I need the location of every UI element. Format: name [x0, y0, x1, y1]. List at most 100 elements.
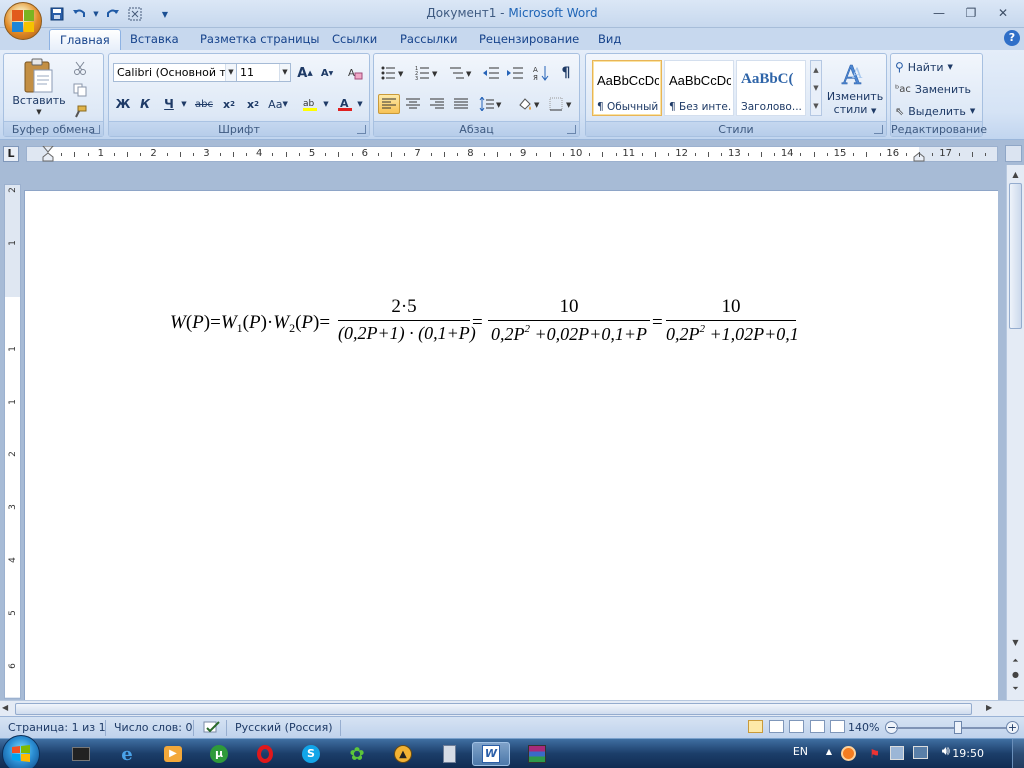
tab-references[interactable]: Ссылки — [322, 29, 387, 50]
tab-home[interactable]: Главная — [49, 29, 121, 50]
outline-icon[interactable] — [809, 720, 825, 733]
horizontal-scroll-thumb[interactable] — [15, 703, 972, 715]
font-name-combo[interactable]: Calibri (Основной те ▼ — [113, 63, 237, 82]
styles-gallery-scroll[interactable]: ▲ ▼ ▼ — [810, 60, 822, 116]
underline-button[interactable]: Ч — [159, 94, 179, 114]
shrink-font-button[interactable]: A ▼ — [317, 63, 337, 83]
tab-selector[interactable]: L — [3, 146, 19, 162]
view-ruler-icon[interactable] — [1005, 145, 1022, 162]
increase-indent-icon[interactable] — [504, 63, 526, 83]
proofing-icon[interactable] — [203, 721, 221, 738]
font-name-dropdown-icon[interactable]: ▼ — [225, 64, 236, 81]
style-no-spacing[interactable]: AaBbCcDc ¶ Без инте... — [664, 60, 734, 116]
utorrent-icon[interactable]: µ — [200, 742, 238, 766]
zoom-level[interactable]: 140% — [848, 721, 879, 734]
horizontal-scrollbar[interactable]: ◀ ▶ — [0, 700, 1024, 716]
styles-launcher-icon[interactable] — [874, 125, 883, 134]
cut-icon[interactable] — [70, 58, 90, 78]
superscript-button[interactable]: x2 — [243, 94, 263, 114]
align-center-icon[interactable] — [402, 94, 424, 114]
sort-icon[interactable]: AЯ — [530, 63, 552, 83]
left-indent-marker-icon[interactable] — [42, 146, 54, 162]
format-painter-icon[interactable] — [70, 102, 90, 122]
find-button[interactable]: ⚲ Найти ▼ — [895, 57, 981, 77]
clock[interactable]: 19:50 — [952, 747, 984, 760]
print-layout-icon[interactable] — [748, 720, 763, 733]
minimize-icon[interactable]: — — [924, 4, 954, 22]
font-size-combo[interactable]: 11 ▼ — [236, 63, 291, 82]
font-size-dropdown-icon[interactable]: ▼ — [279, 64, 290, 81]
styles-more-icon[interactable]: ▼ — [811, 97, 821, 115]
show-hidden-icons-icon[interactable]: ▲ — [826, 747, 832, 756]
clear-formatting-icon[interactable]: A — [344, 63, 366, 83]
volume-icon[interactable]: 🔊︎ — [942, 744, 950, 759]
zoom-slider-knob[interactable] — [953, 721, 962, 734]
zoom-in-icon[interactable]: + — [1006, 721, 1019, 734]
font-color-dropdown-icon[interactable]: ▼ — [355, 94, 365, 114]
strikethrough-button[interactable]: abc — [193, 94, 215, 114]
tray-flag-icon[interactable]: ⚑ — [869, 747, 880, 761]
paste-button[interactable]: Вставить ▼ — [12, 56, 66, 118]
bullets-icon[interactable]: ▼ — [378, 63, 408, 83]
grow-font-button[interactable]: A ▲ — [295, 63, 315, 83]
copy-icon[interactable] — [70, 80, 90, 100]
scroll-left-icon[interactable]: ◀ — [2, 703, 8, 712]
scroll-up-icon[interactable]: ▲ — [1008, 167, 1023, 182]
subscript-button[interactable]: x2 — [219, 94, 239, 114]
tab-review[interactable]: Рецензирование — [469, 29, 589, 50]
scroll-down-icon[interactable]: ▼ — [1008, 635, 1023, 650]
internet-explorer-icon[interactable]: e — [108, 742, 146, 766]
word-taskbar-icon[interactable]: W — [472, 742, 510, 766]
calculator-icon[interactable] — [430, 742, 468, 766]
vertical-ruler[interactable]: 2111234567 — [4, 184, 21, 721]
multilevel-list-icon[interactable]: ▼ — [446, 63, 476, 83]
justify-icon[interactable] — [450, 94, 472, 114]
word-count[interactable]: Число слов: 0 — [114, 721, 193, 734]
change-styles-button[interactable]: A A Изменить стили ▼ — [824, 58, 886, 120]
font-launcher-icon[interactable] — [357, 125, 366, 134]
align-right-icon[interactable] — [426, 94, 448, 114]
shading-icon[interactable]: ▼ — [514, 94, 544, 114]
media-player-icon[interactable]: ▶ — [154, 742, 192, 766]
font-color-icon[interactable]: A — [335, 94, 355, 114]
next-page-icon[interactable]: ⏷ — [1008, 681, 1023, 696]
tab-mailings[interactable]: Рассылки — [390, 29, 467, 50]
restore-icon[interactable]: ❐ — [956, 4, 986, 22]
show-formatting-button[interactable]: ¶ — [556, 63, 576, 83]
italic-button[interactable]: К — [135, 94, 155, 114]
skype-icon[interactable]: S — [292, 742, 330, 766]
show-desktop-button[interactable] — [1012, 739, 1024, 768]
taskbar-app-icon[interactable] — [62, 742, 100, 766]
tab-insert[interactable]: Вставка — [120, 29, 189, 50]
scroll-right-icon[interactable]: ▶ — [986, 703, 992, 712]
align-left-icon[interactable] — [378, 94, 400, 114]
network-icon[interactable] — [913, 746, 928, 759]
highlight-icon[interactable]: ab — [299, 94, 323, 114]
highlight-dropdown-icon[interactable]: ▼ — [321, 94, 331, 114]
document-page[interactable] — [24, 190, 998, 702]
borders-icon[interactable]: ▼ — [546, 94, 576, 114]
numbering-icon[interactable]: 1 2 3 ▼ — [412, 63, 442, 83]
styles-scroll-up-icon[interactable]: ▲ — [811, 61, 821, 79]
vertical-scrollbar[interactable]: ▲ ▼ ⏶ ● ⏷ — [1006, 165, 1024, 702]
browse-object-icon[interactable]: ● — [1008, 667, 1023, 682]
full-screen-reading-icon[interactable] — [768, 720, 784, 733]
horizontal-ruler[interactable]: 1 2 3 4 5 6 7 8 9 10 11 12 13 14 15 16 17 — [26, 146, 998, 162]
draft-icon[interactable] — [830, 720, 845, 733]
decrease-indent-icon[interactable] — [480, 63, 502, 83]
clipboard-launcher-icon[interactable] — [91, 125, 100, 134]
underline-dropdown-icon[interactable]: ▼ — [179, 94, 189, 114]
language-indicator[interactable]: Русский (Россия) — [235, 721, 333, 734]
tab-page-layout[interactable]: Разметка страницы — [190, 29, 329, 50]
aimp-icon[interactable]: ▲ — [384, 742, 422, 766]
office-button[interactable] — [4, 2, 42, 40]
close-icon[interactable]: ✕ — [988, 4, 1018, 22]
web-layout-icon[interactable] — [789, 720, 804, 733]
input-language[interactable]: EN — [793, 745, 808, 758]
winrar-icon[interactable] — [518, 742, 556, 766]
tray-app-icon[interactable] — [841, 746, 856, 761]
page-count[interactable]: Страница: 1 из 1 — [8, 721, 106, 734]
zoom-slider-track[interactable] — [896, 727, 1008, 729]
bold-button[interactable]: Ж — [113, 94, 133, 114]
vertical-scroll-thumb[interactable] — [1009, 183, 1022, 329]
